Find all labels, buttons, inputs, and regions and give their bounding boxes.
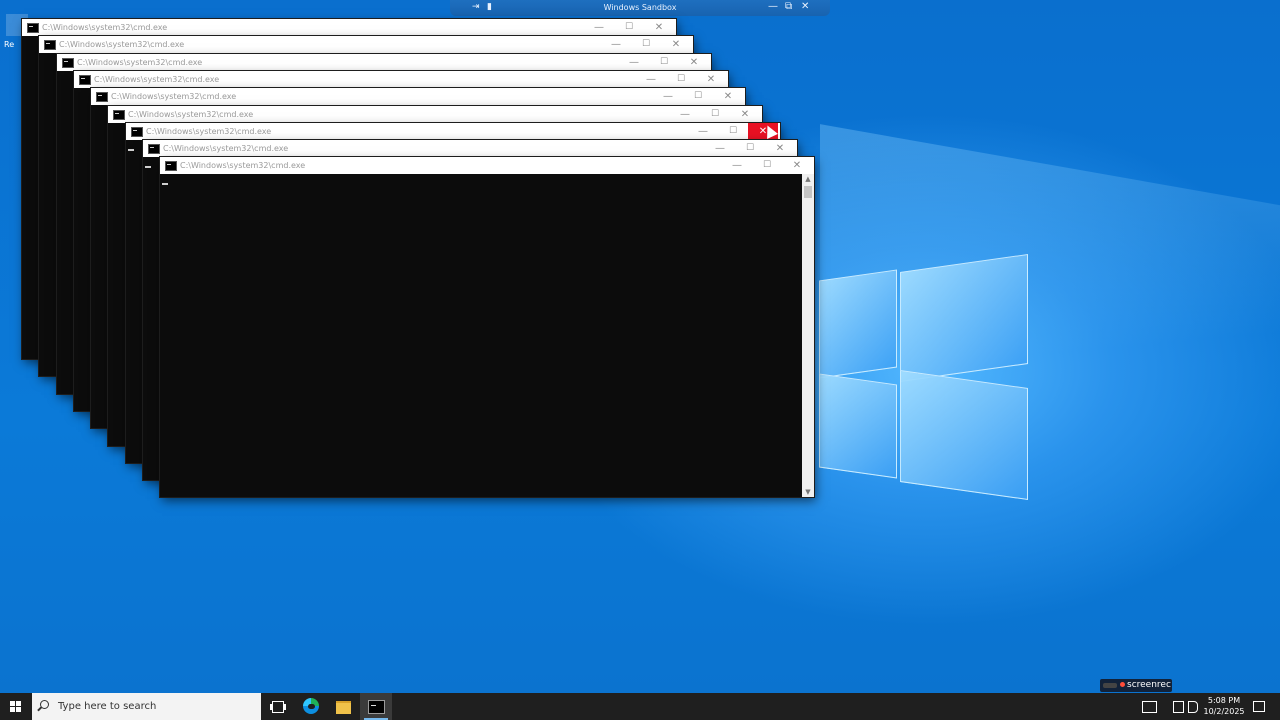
maximize-button[interactable]: ☐ [614, 19, 644, 36]
taskbar-cmd-button[interactable] [360, 693, 392, 720]
maximize-button[interactable]: ☐ [631, 36, 661, 53]
minimize-button[interactable]: — [670, 106, 700, 123]
notification-icon[interactable] [1253, 701, 1265, 712]
close-button[interactable]: ✕ [765, 140, 795, 157]
start-button[interactable] [0, 693, 32, 720]
network-icon[interactable] [1173, 701, 1184, 713]
window-title: C:\Windows\system32\cmd.exe [111, 92, 237, 101]
minimize-button[interactable]: — [722, 157, 752, 174]
sandbox-minimize-button[interactable]: — [768, 1, 778, 13]
window-title: C:\Windows\system32\cmd.exe [77, 58, 203, 67]
window-title: C:\Windows\system32\cmd.exe [94, 75, 220, 84]
windows-logo-wallpaper [815, 254, 1030, 500]
file-explorer-icon [336, 701, 351, 714]
cmd-app-icon [62, 58, 74, 68]
taskbar-file-explorer-button[interactable] [327, 693, 359, 720]
maximize-button[interactable]: ☐ [700, 106, 730, 123]
minimize-button[interactable]: — [653, 88, 683, 105]
sandbox-close-button[interactable]: ✕ [801, 1, 809, 13]
window-titlebar[interactable]: C:\Windows\system32\cmd.exe — ☐ ✕ [143, 140, 797, 157]
taskbar-clock[interactable]: 5:08 PM 10/2/2025 [1200, 695, 1248, 717]
scroll-thumb[interactable] [804, 186, 812, 198]
cmd-app-icon [148, 144, 160, 154]
search-placeholder: Type here to search [58, 701, 157, 712]
vertical-scrollbar[interactable]: ▲ ▼ [802, 174, 814, 497]
window-title: C:\Windows\system32\cmd.exe [59, 40, 185, 49]
window-titlebar[interactable]: C:\Windows\system32\cmd.exe — ☐ ✕ [74, 71, 728, 88]
window-title: C:\Windows\system32\cmd.exe [42, 23, 168, 32]
cmd-app-icon [79, 75, 91, 85]
window-titlebar[interactable]: C:\Windows\system32\cmd.exe — ☐ ✕ [126, 123, 780, 140]
taskbar-search-box[interactable]: Type here to search [32, 693, 261, 720]
minimize-button[interactable]: — [601, 36, 631, 53]
cmd-app-icon [131, 127, 143, 137]
watermark-label: screenrec [1127, 680, 1171, 690]
window-title: C:\Windows\system32\cmd.exe [146, 127, 272, 136]
window-titlebar[interactable]: C:\Windows\system32\cmd.exe — ☐ ✕ [160, 157, 814, 174]
maximize-button[interactable]: ☐ [735, 140, 765, 157]
close-button[interactable]: ✕ [782, 157, 812, 174]
edge-browser-icon [303, 698, 319, 714]
taskbar-edge-button[interactable] [295, 693, 327, 720]
window-title: C:\Windows\system32\cmd.exe [163, 144, 289, 153]
clock-time: 5:08 PM [1207, 696, 1241, 705]
close-button[interactable]: ✕ [644, 19, 674, 36]
text-cursor [128, 149, 134, 151]
window-titlebar[interactable]: C:\Windows\system32\cmd.exe — ☐ ✕ [22, 19, 676, 36]
window-title: C:\Windows\system32\cmd.exe [128, 110, 254, 119]
cmd-app-icon [165, 161, 177, 171]
cmd-app-icon [44, 40, 56, 50]
minimize-button[interactable]: — [705, 140, 735, 157]
command-prompt-icon [368, 700, 385, 714]
window-titlebar[interactable]: C:\Windows\system32\cmd.exe — ☐ ✕ [91, 88, 745, 105]
cmd-app-icon [27, 23, 39, 33]
maximize-button[interactable]: ☐ [683, 88, 713, 105]
maximize-button[interactable]: ☐ [666, 71, 696, 88]
minimize-button[interactable]: — [584, 19, 614, 36]
maximize-button[interactable]: ☐ [752, 157, 782, 174]
console-body[interactable]: ▲ ▼ [160, 174, 814, 497]
cmd-app-icon [96, 92, 108, 102]
close-button[interactable]: ✕ [730, 106, 760, 123]
window-titlebar[interactable]: C:\Windows\system32\cmd.exe — ☐ ✕ [57, 54, 711, 71]
text-cursor [162, 183, 168, 185]
maximize-button[interactable]: ☐ [718, 123, 748, 140]
cmd-app-icon [113, 110, 125, 120]
windows-start-icon [10, 701, 15, 706]
desktop-icon-label: Re [4, 40, 15, 49]
record-dot-icon [1120, 682, 1125, 687]
close-button[interactable]: ✕ [679, 54, 709, 71]
window-titlebar[interactable]: C:\Windows\system32\cmd.exe — ☐ ✕ [108, 106, 762, 123]
window-title: C:\Windows\system32\cmd.exe [180, 161, 306, 170]
close-button[interactable]: ✕ [661, 36, 691, 53]
close-button[interactable]: ✕ [696, 71, 726, 88]
clock-date: 10/2/2025 [1203, 707, 1245, 716]
close-button[interactable]: ✕ [713, 88, 743, 105]
scroll-up-arrow[interactable]: ▲ [802, 175, 814, 183]
sandbox-connection-bar[interactable]: ⇥ ▮ Windows Sandbox — ⧉ ✕ [450, 0, 830, 16]
task-view-icon [270, 701, 286, 713]
record-indicator-icon [1103, 683, 1117, 688]
window-titlebar[interactable]: C:\Windows\system32\cmd.exe — ☐ ✕ [39, 36, 693, 53]
task-view-button[interactable] [261, 693, 293, 720]
scroll-down-arrow[interactable]: ▼ [802, 488, 814, 496]
taskbar: Type here to search 5:08 PM 10/2/2025 [0, 693, 1280, 720]
text-cursor [145, 166, 151, 168]
minimize-button[interactable]: — [619, 54, 649, 71]
screenrec-watermark: screenrec [1100, 679, 1172, 692]
search-icon [40, 700, 49, 709]
maximize-button[interactable]: ☐ [649, 54, 679, 71]
minimize-button[interactable]: — [636, 71, 666, 88]
keyboard-icon[interactable] [1142, 701, 1157, 713]
volume-icon[interactable] [1188, 701, 1198, 713]
minimize-button[interactable]: — [688, 123, 718, 140]
cmd-window-active[interactable]: C:\Windows\system32\cmd.exe — ☐ ✕ ▲ ▼ [160, 157, 814, 497]
sandbox-restore-button[interactable]: ⧉ [785, 1, 792, 13]
